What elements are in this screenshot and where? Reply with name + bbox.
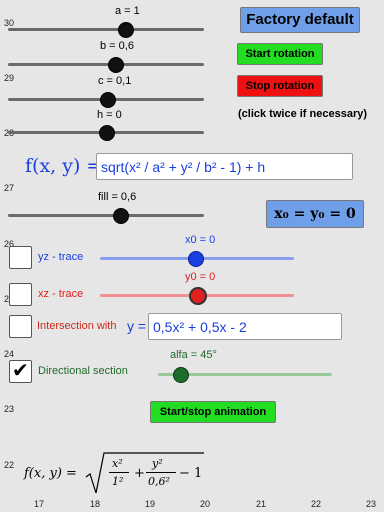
slider-c-handle[interactable] (100, 92, 116, 108)
slider-y0-label: y0 = 0 (185, 271, 216, 283)
slider-alfa-label: alfa = 45° (170, 349, 217, 361)
function-input-value: sqrt(x² / a² + y² / b² - 1) + h (101, 159, 266, 175)
y-axis-label: 29 (4, 73, 15, 83)
directional-section-label: Directional section (38, 365, 128, 377)
formula-den2: 0,6² (148, 475, 170, 488)
xz-trace-label: xz - trace (38, 288, 84, 300)
slider-fill-handle[interactable] (113, 208, 129, 224)
x-axis-label: 22 (311, 499, 322, 509)
y-axis-label: 30 (4, 18, 15, 28)
y-axis-label: 27 (4, 183, 15, 193)
slider-a-handle[interactable] (118, 22, 134, 38)
slider-x0-handle[interactable] (188, 251, 204, 267)
slider-b-handle[interactable] (108, 57, 124, 73)
reset-x0-y0-button[interactable]: x₀ = y₀ = 0 (266, 200, 364, 228)
yz-trace-checkbox[interactable] (9, 246, 32, 269)
formula-tail: − 1 (179, 466, 203, 481)
intersection-input-value: 0,5x² + 0,5x - 2 (153, 319, 247, 335)
slider-fill-label: fill = 0,6 (98, 191, 137, 203)
fraction-bar (146, 472, 176, 473)
slider-h-label: h = 0 (97, 109, 122, 121)
intersection-input[interactable]: 0,5x² + 0,5x - 2 (148, 313, 342, 340)
stop-rotation-button[interactable]: Stop rotation (237, 75, 323, 97)
x-axis-label: 19 (145, 499, 156, 509)
factory-default-button[interactable]: Factory default (240, 7, 360, 33)
slider-b-label: b = 0,6 (100, 40, 134, 52)
y-axis-label: 22 (4, 460, 15, 470)
y-axis-label: 23 (4, 404, 15, 414)
formula: f(x, y) = x² 1² + y² 0,6² − 1 (24, 451, 204, 497)
x-axis-label: 18 (90, 499, 101, 509)
formula-lhs: f(x, y) = (24, 466, 77, 481)
fraction-bar (109, 472, 129, 473)
intersection-checkbox[interactable] (9, 315, 32, 338)
slider-fill-track[interactable] (8, 214, 204, 217)
x-axis-label: 23 (366, 499, 377, 509)
slider-a-track[interactable] (8, 28, 204, 31)
start-rotation-button[interactable]: Start rotation (237, 43, 323, 65)
yz-trace-label: yz - trace (38, 251, 84, 263)
formula-num1: x² (112, 457, 123, 470)
checkmark-icon: ✔ (12, 360, 29, 382)
intersection-prefix: y = (127, 318, 147, 334)
intersection-label: Intersection with (37, 320, 117, 332)
formula-num2: y² (152, 457, 163, 470)
x-axis-label: 20 (200, 499, 211, 509)
xz-trace-checkbox[interactable] (9, 283, 32, 306)
directional-section-checkbox[interactable]: ✔ (9, 360, 32, 383)
x-axis-label: 17 (34, 499, 45, 509)
x-axis-label: 21 (256, 499, 267, 509)
formula-plus: + (134, 466, 145, 481)
slider-h-handle[interactable] (99, 125, 115, 141)
function-prefix: f(x, y) = (25, 155, 103, 177)
click-twice-note: (click twice if necessary) (238, 108, 368, 120)
function-input[interactable]: sqrt(x² / a² + y² / b² - 1) + h (96, 153, 353, 180)
slider-x0-label: x0 = 0 (185, 234, 216, 246)
start-stop-animation-button[interactable]: Start/stop animation (150, 401, 276, 423)
slider-alfa-handle[interactable] (173, 367, 189, 383)
slider-y0-handle[interactable] (189, 287, 207, 305)
slider-c-label: c = 0,1 (98, 75, 132, 87)
slider-b-track[interactable] (8, 63, 204, 66)
formula-den1: 1² (112, 475, 124, 488)
slider-a-label: a = 1 (115, 5, 140, 17)
